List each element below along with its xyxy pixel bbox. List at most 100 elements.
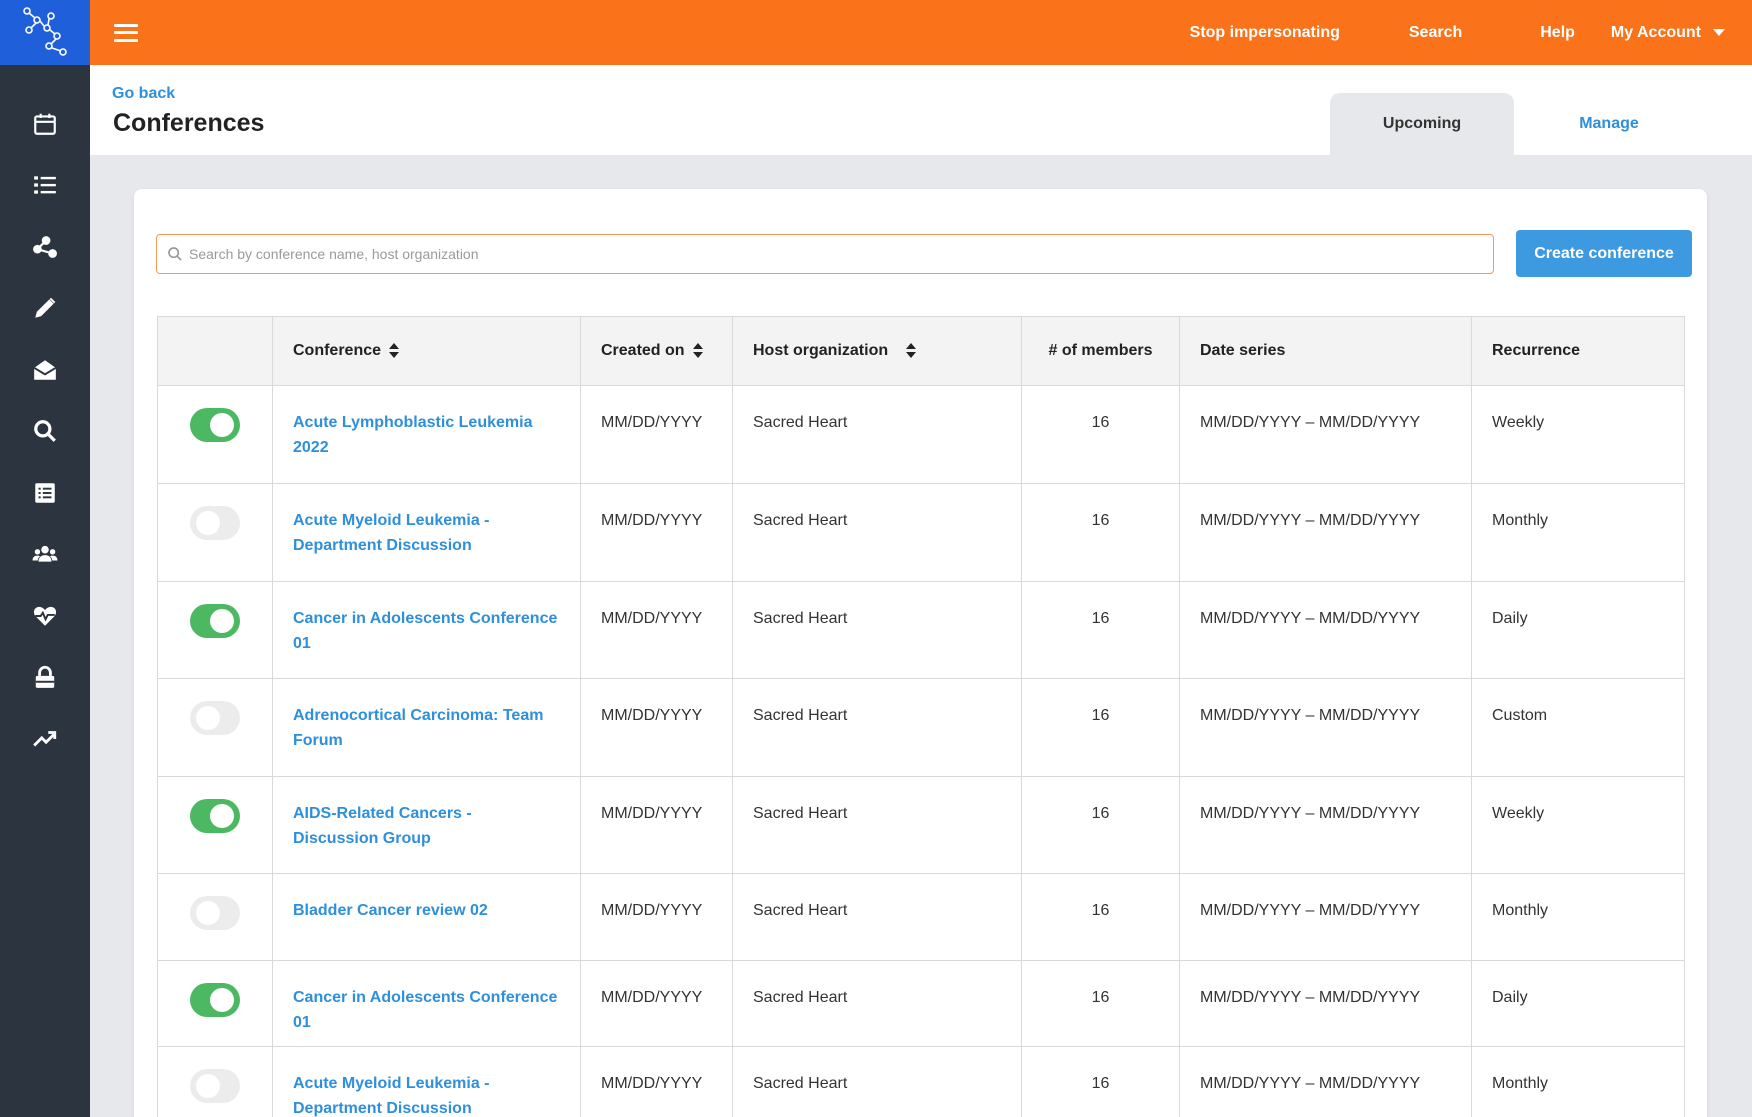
enabled-toggle[interactable]	[190, 983, 240, 1017]
created-cell: MM/DD/YYYY	[580, 873, 733, 961]
sidebar-item-analytics[interactable]	[0, 708, 90, 770]
menu-icon[interactable]	[114, 23, 138, 42]
members-cell: 16	[1021, 385, 1180, 484]
sidebar-item-security[interactable]	[0, 647, 90, 709]
created-cell: MM/DD/YYYY	[580, 678, 733, 777]
conference-link[interactable]: Adrenocortical Carcinoma: Team Forum	[293, 707, 543, 749]
page-title: Conferences	[113, 109, 265, 137]
created-cell: MM/DD/YYYY	[580, 483, 733, 582]
toggle-cell	[157, 483, 273, 582]
table-row: Cancer in Adolescents Conference 01 MM/DD…	[157, 960, 1685, 1047]
document-list-icon	[35, 483, 55, 503]
toggle-knob	[196, 706, 220, 730]
date-series-cell: MM/DD/YYYY – MM/DD/YYYY	[1179, 678, 1472, 777]
conference-link[interactable]: Cancer in Adolescents Conference 01	[293, 989, 557, 1031]
toggle-cell	[157, 960, 273, 1047]
created-cell: MM/DD/YYYY	[580, 1046, 733, 1117]
my-account-label: My Account	[1610, 23, 1701, 41]
toggle-knob	[210, 413, 234, 437]
search-box[interactable]	[156, 234, 1494, 274]
created-cell: MM/DD/YYYY	[580, 960, 733, 1047]
conference-link[interactable]: Cancer in Adolescents Conference 01	[293, 610, 557, 652]
sort-icon[interactable]	[692, 343, 703, 359]
column-header-date-series: Date series	[1179, 316, 1472, 386]
column-header-created[interactable]: Created on	[580, 316, 733, 386]
column-header-host[interactable]: Host organization	[732, 316, 1022, 386]
created-cell: MM/DD/YYYY	[580, 776, 733, 874]
date-series-cell: MM/DD/YYYY – MM/DD/YYYY	[1179, 873, 1472, 961]
recurrence-cell: Weekly	[1471, 385, 1685, 484]
toggle-knob	[196, 1074, 220, 1098]
conference-link[interactable]: Acute Myeloid Leukemia - Department Disc…	[293, 512, 490, 554]
tab-manage[interactable]: Manage	[1514, 93, 1704, 155]
toggle-knob	[210, 609, 234, 633]
sidebar-item-mail[interactable]	[0, 339, 90, 401]
trending-icon	[33, 730, 57, 747]
column-header-label: Conference	[293, 342, 382, 359]
pencil-icon	[35, 297, 56, 318]
enabled-toggle[interactable]	[190, 896, 240, 930]
sidebar-item-calendar[interactable]	[0, 93, 90, 155]
recurrence-cell: Weekly	[1471, 776, 1685, 874]
sidebar-item-edit[interactable]	[0, 278, 90, 340]
sidebar-item-search[interactable]	[0, 401, 90, 463]
members-cell: 16	[1021, 483, 1180, 582]
column-header-conference[interactable]: Conference	[272, 316, 581, 386]
toggle-cell	[157, 873, 273, 961]
conference-cell: Adrenocortical Carcinoma: Team Forum	[272, 678, 581, 777]
stop-impersonating-link[interactable]: Stop impersonating	[1190, 24, 1340, 42]
app-logo[interactable]	[0, 0, 90, 65]
conference-cell: Acute Myeloid Leukemia - Department Disc…	[272, 1046, 581, 1117]
mail-icon	[33, 360, 57, 380]
search-input[interactable]	[189, 246, 1469, 262]
sidebar-item-users[interactable]	[0, 524, 90, 586]
recurrence-cell: Monthly	[1471, 1046, 1685, 1117]
enabled-toggle[interactable]	[190, 408, 240, 442]
go-back-link[interactable]: Go back	[112, 85, 175, 103]
sort-icon[interactable]	[389, 343, 400, 359]
create-conference-button[interactable]: Create conference	[1516, 230, 1692, 277]
conference-link[interactable]: Acute Lymphoblastic Leukemia 2022	[293, 414, 532, 456]
sort-icon[interactable]	[906, 343, 917, 359]
toggle-cell	[157, 678, 273, 777]
enabled-toggle[interactable]	[190, 506, 240, 540]
conference-link[interactable]: Bladder Cancer review 02	[293, 902, 488, 919]
sidebar	[0, 0, 90, 1117]
members-cell: 16	[1021, 960, 1180, 1047]
host-cell: Sacred Heart	[732, 581, 1022, 679]
host-cell: Sacred Heart	[732, 385, 1022, 484]
sidebar-item-health[interactable]	[0, 585, 90, 647]
column-header-toggle	[157, 316, 273, 386]
search-icon	[168, 247, 182, 261]
heart-pulse-icon	[33, 606, 57, 626]
toggle-cell	[157, 776, 273, 874]
calendar-icon	[34, 113, 56, 135]
toggle-cell	[157, 1046, 273, 1117]
sidebar-item-network[interactable]	[0, 216, 90, 278]
molecule-logo-icon	[23, 6, 67, 56]
tab-upcoming[interactable]: Upcoming	[1330, 93, 1514, 155]
host-cell: Sacred Heart	[732, 678, 1022, 777]
created-cell: MM/DD/YYYY	[580, 385, 733, 484]
conference-link[interactable]: AIDS-Related Cancers - Discussion Group	[293, 805, 472, 847]
table-header-row: Conference Created on Host organization …	[157, 316, 1685, 386]
recurrence-cell: Daily	[1471, 960, 1685, 1047]
search-link[interactable]: Search	[1409, 24, 1462, 42]
enabled-toggle[interactable]	[190, 799, 240, 833]
enabled-toggle[interactable]	[190, 701, 240, 735]
my-account-menu[interactable]: My Account	[1611, 24, 1725, 42]
sidebar-item-list[interactable]	[0, 155, 90, 217]
page-header: Go back Conferences Upcoming Manage	[90, 65, 1752, 155]
enabled-toggle[interactable]	[190, 1069, 240, 1103]
toggle-cell	[157, 581, 273, 679]
date-series-cell: MM/DD/YYYY – MM/DD/YYYY	[1179, 483, 1472, 582]
created-cell: MM/DD/YYYY	[580, 581, 733, 679]
sidebar-item-records[interactable]	[0, 462, 90, 524]
table-row: Adrenocortical Carcinoma: Team Forum MM/D…	[157, 678, 1685, 777]
help-link[interactable]: Help	[1540, 24, 1575, 42]
toggle-knob	[196, 511, 220, 535]
enabled-toggle[interactable]	[190, 604, 240, 638]
members-cell: 16	[1021, 678, 1180, 777]
conference-link[interactable]: Acute Myeloid Leukemia - Department Disc…	[293, 1075, 490, 1117]
share-icon	[33, 235, 57, 258]
